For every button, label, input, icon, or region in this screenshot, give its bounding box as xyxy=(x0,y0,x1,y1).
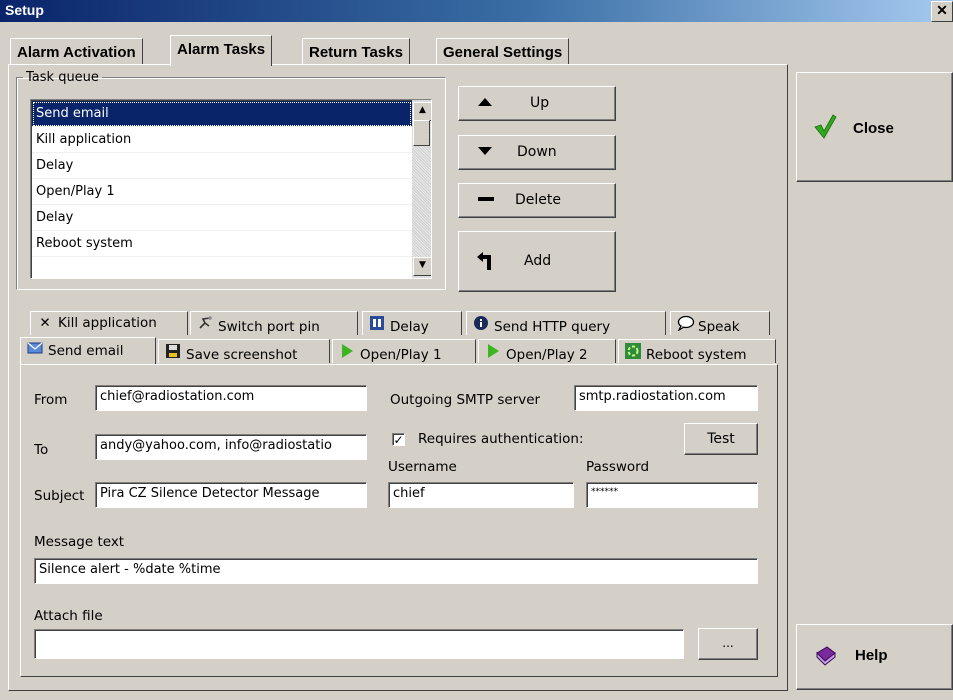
info-icon xyxy=(473,315,489,335)
task-queue-list[interactable]: Send email Kill application Delay Open/P… xyxy=(30,99,432,279)
smtp-field[interactable]: smtp.radiostation.com xyxy=(574,385,758,411)
task-queue-label: Task queue xyxy=(26,70,99,85)
delete-button[interactable]: Delete xyxy=(458,183,616,218)
arrow-down-icon xyxy=(477,144,493,162)
scroll-thumb[interactable] xyxy=(413,120,430,146)
port-pin-icon xyxy=(197,315,213,335)
list-item[interactable]: Kill application xyxy=(32,127,412,153)
attach-field[interactable] xyxy=(34,629,684,659)
tab-kill-application[interactable]: ✕ Kill application xyxy=(30,311,188,335)
password-label: Password xyxy=(586,459,650,475)
down-button[interactable]: Down xyxy=(458,135,616,170)
to-field[interactable]: andy@yahoo.com, info@radiostatio xyxy=(95,434,367,460)
from-field[interactable]: chief@radiostation.com xyxy=(95,385,367,411)
tab-open-play-2[interactable]: Open/Play 2 xyxy=(478,339,616,363)
tab-alarm-tasks[interactable]: Alarm Tasks xyxy=(170,35,273,66)
envelope-icon xyxy=(27,341,43,359)
play-icon xyxy=(339,343,355,363)
list-item[interactable]: Open/Play 1 xyxy=(32,179,412,205)
checkmark-icon xyxy=(813,113,837,143)
add-button[interactable]: Add xyxy=(458,231,616,292)
tab-switch-port-pin[interactable]: Switch port pin xyxy=(190,311,358,335)
browse-button[interactable]: ... xyxy=(698,628,758,660)
list-item[interactable]: Send email xyxy=(32,101,412,127)
arrow-up-icon xyxy=(477,95,493,113)
play-icon xyxy=(485,343,501,363)
list-item[interactable]: Reboot system xyxy=(32,231,412,257)
tab-save-screenshot[interactable]: Save screenshot xyxy=(158,339,330,363)
tab-send-email[interactable]: Send email xyxy=(20,337,156,364)
tab-speak[interactable]: Speak xyxy=(670,311,770,335)
help-button[interactable]: Help xyxy=(796,624,953,690)
tab-reboot-system[interactable]: Reboot system xyxy=(618,339,776,363)
scroll-up-icon[interactable]: ▲ xyxy=(413,102,431,121)
return-arrow-icon xyxy=(477,252,495,274)
x-icon: ✕ xyxy=(39,315,51,331)
list-item[interactable] xyxy=(32,257,412,278)
floppy-icon xyxy=(165,343,181,363)
subject-label: Subject xyxy=(34,488,85,504)
tab-general-settings[interactable]: General Settings xyxy=(436,38,570,64)
tab-delay[interactable]: Delay xyxy=(362,311,462,335)
help-book-icon xyxy=(815,645,837,671)
close-button[interactable]: Close xyxy=(796,72,953,182)
tab-send-http-query[interactable]: Send HTTP query xyxy=(466,311,666,335)
tab-alarm-activation[interactable]: Alarm Activation xyxy=(10,38,143,64)
username-label: Username xyxy=(388,459,457,475)
minus-icon xyxy=(477,192,495,210)
list-item[interactable]: Delay xyxy=(32,153,412,179)
test-button[interactable]: Test xyxy=(684,423,758,455)
tab-open-play-1[interactable]: Open/Play 1 xyxy=(332,339,476,363)
from-label: From xyxy=(34,392,68,408)
close-window-button[interactable]: ✕ xyxy=(931,1,953,22)
password-field[interactable]: ****** xyxy=(586,482,758,508)
reboot-icon xyxy=(625,343,641,363)
list-scrollbar[interactable]: ▲ ▼ xyxy=(412,100,431,278)
speech-bubble-icon xyxy=(677,315,695,335)
message-field[interactable]: Silence alert - %date %time xyxy=(34,558,758,584)
title-bar: Setup ✕ xyxy=(0,0,953,22)
scroll-down-icon[interactable]: ▼ xyxy=(413,257,431,276)
auth-checkbox[interactable]: ✓ xyxy=(392,433,405,446)
attach-label: Attach file xyxy=(34,608,103,624)
auth-label: Requires authentication: xyxy=(418,431,584,447)
message-label: Message text xyxy=(34,534,125,550)
up-button[interactable]: Up xyxy=(458,86,616,121)
subject-field[interactable]: Pira CZ Silence Detector Message xyxy=(95,482,367,508)
tab-return-tasks[interactable]: Return Tasks xyxy=(302,38,410,64)
window-title: Setup xyxy=(5,2,44,18)
list-item[interactable]: Delay xyxy=(32,205,412,231)
to-label: To xyxy=(34,442,49,458)
pause-icon xyxy=(369,315,385,335)
username-field[interactable]: chief xyxy=(388,482,574,508)
smtp-label: Outgoing SMTP server xyxy=(390,392,541,408)
